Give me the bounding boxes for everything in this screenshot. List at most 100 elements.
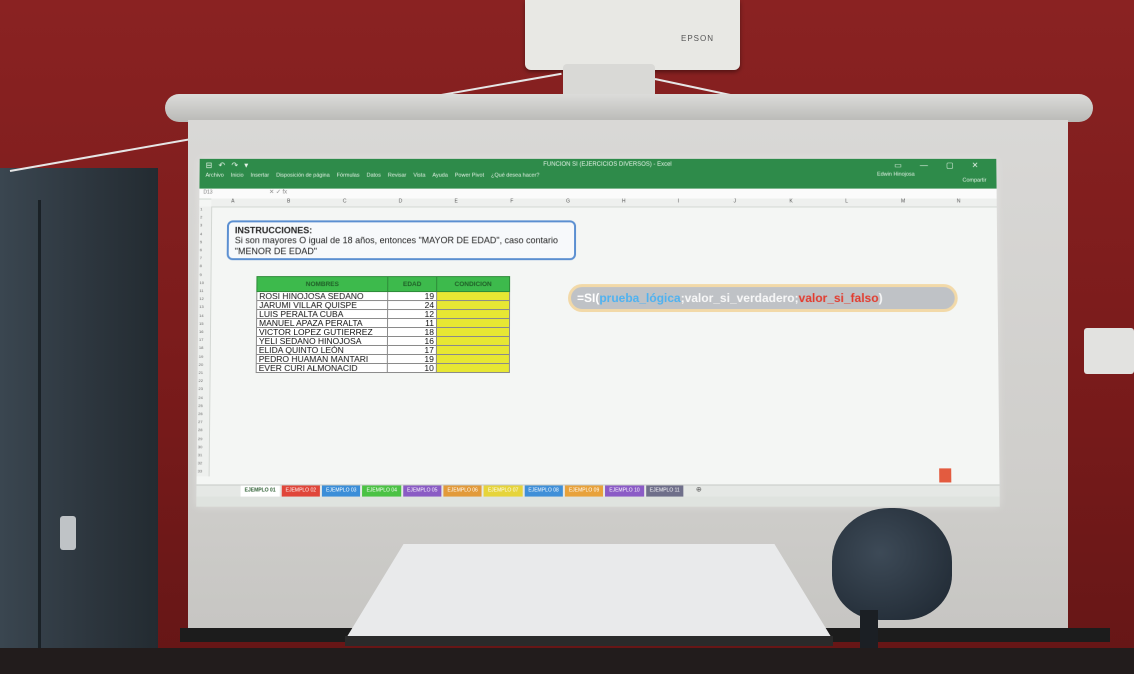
menu-item[interactable]: Vista [413, 173, 425, 179]
sheet-tab[interactable]: EJEMPLO 10 [605, 485, 644, 497]
menu-item[interactable]: Power Pivot [455, 173, 484, 179]
row-number[interactable]: 11 [199, 288, 203, 293]
quick-access-toolbar[interactable]: ⊟ ↶ ↷ ▾ [206, 161, 251, 170]
column-letter[interactable]: M [901, 199, 905, 205]
cabinet-door-seam [38, 200, 41, 674]
row-number[interactable]: 21 [199, 370, 204, 375]
name-box[interactable]: D13 [203, 190, 212, 196]
condition-cell[interactable] [436, 363, 510, 373]
column-letter[interactable]: F [510, 199, 513, 205]
window-controls[interactable]: ▭ — ▢ ✕ [894, 161, 986, 170]
row-number[interactable]: 3 [200, 223, 202, 228]
condition-cell[interactable] [436, 327, 510, 337]
instructions-title: INSTRUCCIONES: [234, 225, 313, 236]
row-number[interactable]: 5 [200, 239, 202, 244]
condition-cell[interactable] [436, 300, 510, 310]
column-letter[interactable]: K [789, 199, 792, 205]
row-number[interactable]: 27 [198, 419, 203, 424]
row-number[interactable]: 2 [200, 215, 202, 220]
row-number[interactable]: 29 [198, 436, 203, 441]
condition-cell[interactable] [436, 345, 510, 355]
column-letter[interactable]: L [845, 199, 848, 205]
sheet-tab[interactable]: EJEMPLO 03 [322, 485, 361, 497]
menu-item[interactable]: Disposición de página [276, 173, 330, 179]
header-nombres[interactable]: NOMBRES [256, 276, 388, 292]
column-letter[interactable]: E [454, 199, 457, 205]
column-letter[interactable]: I [678, 199, 679, 205]
row-number[interactable]: 32 [198, 461, 203, 466]
row-number[interactable]: 28 [198, 428, 203, 433]
add-sheet-icon[interactable]: ⊕ [696, 485, 702, 496]
menu-item[interactable]: Revisar [388, 173, 407, 179]
row-number[interactable]: 14 [199, 313, 204, 318]
row-number[interactable]: 24 [198, 395, 203, 400]
row-number[interactable]: 25 [198, 403, 203, 408]
row-numbers: 1 2 3 4 5 6 7 8 9 10 11 12 13 14 15 16 17 18 19 20 21 22 23 24 2… [196, 206, 213, 477]
row-number[interactable]: 33 [198, 469, 203, 474]
row-number[interactable]: 20 [199, 362, 204, 367]
row-number[interactable]: 15 [199, 321, 204, 326]
condition-cell[interactable] [436, 354, 510, 364]
row-number[interactable]: 13 [199, 304, 203, 309]
menu-item[interactable]: Fórmulas [337, 173, 360, 179]
floor-shadow [0, 648, 1134, 674]
column-letter[interactable]: G [566, 199, 570, 205]
row-number[interactable]: 6 [200, 247, 202, 252]
share-button[interactable]: Compartir [962, 178, 986, 184]
row-number[interactable]: 19 [199, 354, 204, 359]
condition-cell[interactable] [436, 336, 510, 346]
data-table: NOMBRES EDAD CONDICION ROSI HINOJOSA SED… [256, 276, 510, 373]
header-edad[interactable]: EDAD [387, 276, 437, 292]
column-letter[interactable]: A [231, 199, 234, 205]
condition-cell[interactable] [436, 309, 510, 319]
age-cell[interactable]: 10 [387, 363, 437, 373]
formula-function: =SI( [577, 291, 600, 306]
sheet-tab[interactable]: EJEMPLO 09 [564, 485, 604, 497]
column-letter[interactable]: C [343, 199, 347, 205]
menu-item[interactable]: Ayuda [432, 173, 447, 179]
name-cell[interactable]: EVER CURI ALMONACID [256, 363, 388, 373]
sheet-tab[interactable]: EJEMPLO 07 [483, 485, 523, 497]
condition-cell[interactable] [436, 291, 510, 301]
row-number[interactable]: 12 [199, 296, 203, 301]
office-chair [832, 508, 952, 620]
row-number[interactable]: 8 [200, 264, 202, 269]
row-number[interactable]: 7 [200, 255, 202, 260]
column-letter[interactable]: D [399, 199, 403, 205]
menu-item[interactable]: Insertar [251, 173, 270, 179]
row-number[interactable]: 16 [199, 329, 204, 334]
column-letter[interactable]: H [622, 199, 626, 205]
row-number[interactable]: 9 [200, 272, 202, 277]
row-number[interactable]: 4 [200, 231, 202, 236]
row-number[interactable]: 22 [198, 378, 203, 383]
menu-item[interactable]: ¿Qué desea hacer? [491, 173, 539, 179]
menu-item[interactable]: Inicio [231, 173, 244, 179]
row-number[interactable]: 26 [198, 411, 203, 416]
metal-cabinet [0, 168, 158, 674]
condition-cell[interactable] [436, 318, 510, 328]
window-title: FUNCION SI (EJERCICIOS DIVERSOS) - Excel [543, 161, 672, 168]
row-number[interactable]: 1 [200, 206, 202, 211]
column-letter[interactable]: N [957, 199, 961, 205]
scroll-down-icon[interactable] [939, 468, 952, 483]
sheet-tab[interactable]: EJEMPLO 05 [402, 485, 442, 497]
fx-icon[interactable]: ✕ ✓ fx [269, 189, 287, 196]
header-condicion[interactable]: CONDICION [436, 276, 510, 292]
column-letter[interactable]: B [287, 199, 290, 205]
row-number[interactable]: 31 [198, 452, 203, 457]
row-number[interactable]: 30 [198, 444, 203, 449]
column-letter[interactable]: J [734, 199, 737, 205]
sheet-tab[interactable]: EJEMPLO 01 [240, 485, 280, 497]
sheet-tab[interactable]: EJEMPLO 06 [443, 485, 482, 497]
sheet-tab[interactable]: EJEMPLO 04 [362, 485, 401, 497]
sheet-tab[interactable]: EJEMPLO 11 [645, 485, 684, 497]
sheet-tab[interactable]: EJEMPLO 08 [524, 485, 563, 497]
formula-syntax-callout: =SI( prueba_lógica ; valor_si_verdadero … [568, 284, 958, 313]
menu-item[interactable]: Archivo [206, 173, 224, 179]
row-number[interactable]: 17 [199, 337, 204, 342]
row-number[interactable]: 10 [199, 280, 203, 285]
sheet-tab[interactable]: EJEMPLO 02 [281, 485, 321, 497]
menu-item[interactable]: Datos [366, 173, 380, 179]
row-number[interactable]: 18 [199, 345, 204, 350]
row-number[interactable]: 23 [198, 386, 203, 391]
